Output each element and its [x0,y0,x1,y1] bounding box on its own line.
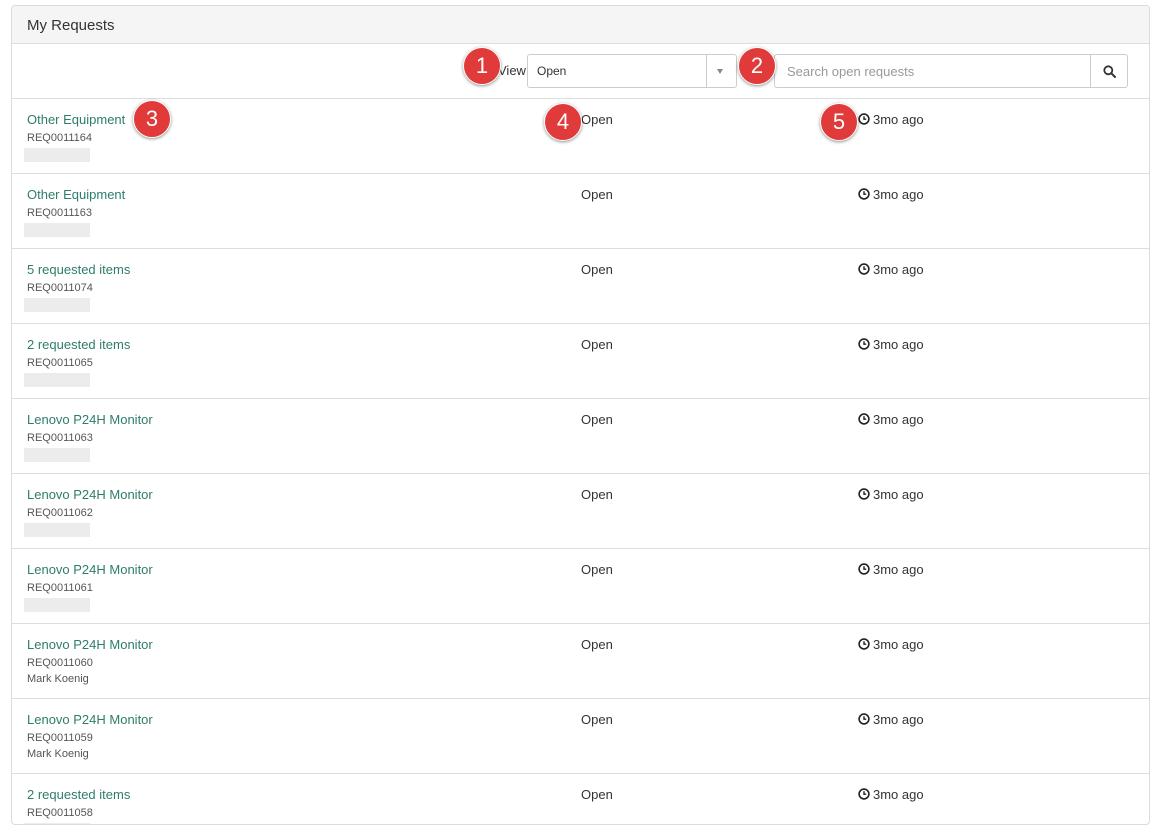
request-row[interactable]: 2 requested items REQ0011058 Open 3mo ago [12,774,1149,824]
request-title-link[interactable]: Lenovo P24H Monitor [27,637,153,652]
redacted-requester [24,148,90,162]
request-state: Open [581,187,613,202]
request-title-link[interactable]: Lenovo P24H Monitor [27,712,153,727]
clock-icon [858,338,870,350]
clock-icon [858,713,870,725]
annotation-marker-1: 1 [463,47,501,85]
annotation-marker-3: 3 [133,100,171,138]
request-title-link[interactable]: Lenovo P24H Monitor [27,487,153,502]
request-row[interactable]: 2 requested items REQ0011065 Open 3mo ago [12,324,1149,399]
request-updated-text: 3mo ago [873,787,924,802]
request-row[interactable]: Lenovo P24H Monitor REQ0011059 Mark Koenig… [12,699,1149,774]
toolbar: View Open [12,44,1149,99]
request-number: REQ0011163 [27,207,93,219]
request-state: Open [581,787,613,802]
request-updated-text: 3mo ago [873,487,924,502]
request-updated-text: 3mo ago [873,187,924,202]
request-title-link[interactable]: Other Equipment [27,112,125,127]
request-row[interactable]: Lenovo P24H Monitor REQ0011063 Open 3mo ago [12,399,1149,474]
request-number: REQ0011074 [27,282,93,294]
redacted-requester [24,298,90,312]
clock-icon [858,563,870,575]
request-title-link[interactable]: 5 requested items [27,262,130,277]
request-title-link[interactable]: Other Equipment [27,187,125,202]
search-group [774,54,1128,88]
clock-icon [858,113,870,125]
request-state: Open [581,262,613,277]
request-updated-text: 3mo ago [873,712,924,727]
annotation-marker-5: 5 [820,103,858,141]
request-number: REQ0011061 [27,582,93,594]
search-icon [1103,65,1116,78]
redacted-requester [24,373,90,387]
request-number: REQ0011063 [27,432,93,444]
request-state: Open [581,712,613,727]
request-updated-text: 3mo ago [873,412,924,427]
request-number: REQ0011060 [27,657,93,669]
clock-icon [858,788,870,800]
request-row[interactable]: Other Equipment REQ0011164 Open 3mo ago [12,99,1149,174]
annotation-marker-2: 2 [738,47,776,85]
search-input[interactable] [774,54,1090,88]
request-row[interactable]: 5 requested items REQ0011074 Open 3mo ago [12,249,1149,324]
clock-icon [858,488,870,500]
request-state: Open [581,337,613,352]
view-select-value: Open [537,64,567,78]
request-row[interactable]: Lenovo P24H Monitor REQ0011060 Mark Koenig… [12,624,1149,699]
request-updated-text: 3mo ago [873,337,924,352]
request-title-link[interactable]: 2 requested items [27,787,130,802]
request-title-link[interactable]: Lenovo P24H Monitor [27,562,153,577]
clock-icon [858,638,870,650]
request-number: REQ0011065 [27,357,93,369]
redacted-requester [24,523,90,537]
clock-icon [858,188,870,200]
clock-icon [858,413,870,425]
request-title-link[interactable]: Lenovo P24H Monitor [27,412,153,427]
request-updated-text: 3mo ago [873,262,924,277]
view-select-toggle[interactable] [706,55,736,87]
request-state: Open [581,562,613,577]
request-updated-text: 3mo ago [873,637,924,652]
request-state: Open [581,112,613,127]
annotation-marker-4: 4 [544,103,582,141]
request-row[interactable]: Lenovo P24H Monitor REQ0011061 Open 3mo ago [12,549,1149,624]
panel-title: My Requests [27,17,115,34]
redacted-requester [24,598,90,612]
requester-name: Mark Koenig [27,748,89,760]
request-number: REQ0011058 [27,807,93,819]
request-updated-text: 3mo ago [873,112,924,127]
request-row[interactable]: Lenovo P24H Monitor REQ0011062 Open 3mo ago [12,474,1149,549]
caret-down-icon [717,69,723,74]
request-list: Other Equipment REQ0011164 Open 3mo ago Othe… [12,99,1149,824]
redacted-requester [24,448,90,462]
request-state: Open [581,637,613,652]
request-number: REQ0011164 [27,132,93,144]
request-number: REQ0011062 [27,507,93,519]
request-state: Open [581,412,613,427]
requester-name: Mark Koenig [27,673,89,685]
request-state: Open [581,487,613,502]
request-updated-text: 3mo ago [873,562,924,577]
redacted-requester [24,223,90,237]
search-button[interactable] [1090,54,1128,88]
view-select[interactable]: Open [527,54,737,88]
request-row[interactable]: Other Equipment REQ0011163 Open 3mo ago [12,174,1149,249]
clock-icon [858,263,870,275]
request-title-link[interactable]: 2 requested items [27,337,130,352]
request-number: REQ0011059 [27,732,93,744]
panel-heading: My Requests [12,6,1149,44]
view-label: View [498,63,526,78]
